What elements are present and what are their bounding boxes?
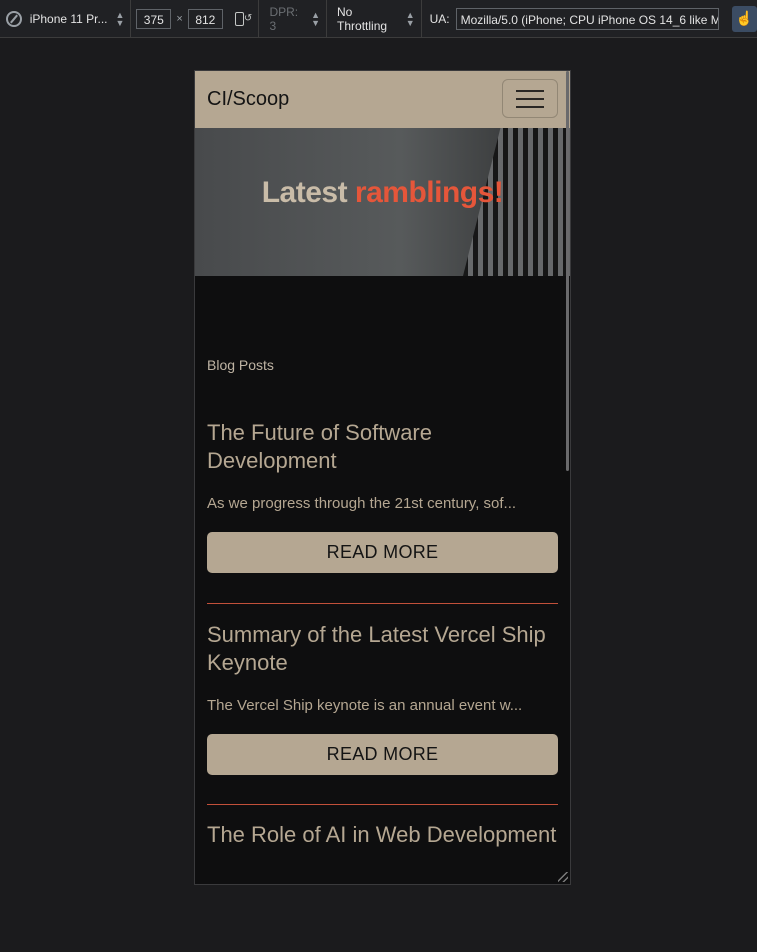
throttling-select[interactable]: No Throttling [337, 5, 404, 33]
post-title[interactable]: Summary of the Latest Vercel Ship Keynot… [207, 621, 558, 677]
hamburger-icon [516, 106, 544, 108]
device-toolbar: iPhone 11 Pr... ▲ ▼ 375 × 812 ↺ DPR: 3 ▲ ▼… [0, 0, 757, 38]
site-brand[interactable]: CI/Scoop [207, 88, 289, 111]
device-select[interactable]: iPhone 11 Pr... [30, 12, 112, 26]
read-more-button[interactable]: READ MORE [207, 734, 558, 775]
ua-label: UA: [429, 11, 450, 26]
toolbar-divider [326, 0, 328, 38]
rotate-icon[interactable]: ↺ [233, 11, 252, 27]
hamburger-icon [516, 98, 544, 100]
navigation-icon[interactable] [6, 10, 22, 27]
toolbar-divider [258, 0, 260, 38]
post-excerpt: As we progress through the 21st century,… [207, 495, 517, 512]
toolbar-divider [130, 0, 132, 38]
hero-banner: Latest ramblings! [195, 128, 570, 276]
post-divider [207, 603, 558, 604]
page-scrollbar[interactable] [566, 71, 569, 471]
hamburger-icon [516, 90, 544, 92]
height-input[interactable]: 812 [187, 8, 223, 29]
hero-title-text: Latest [261, 176, 355, 209]
post-excerpt: The Vercel Ship keynote is an annual eve… [207, 697, 523, 714]
touch-icon[interactable]: ☝ [731, 5, 757, 32]
site-navbar: CI/Scoop [195, 71, 570, 128]
dimension-separator: × [176, 12, 183, 25]
blog-post-card: The Future of Software Development As we… [207, 419, 558, 573]
chevron-updown-icon: ▲ ▼ [405, 9, 415, 28]
post-title[interactable]: The Future of Software Development [207, 419, 558, 475]
menu-toggle-button[interactable] [502, 79, 558, 118]
chevron-updown-icon: ▲ ▼ [311, 9, 321, 28]
read-more-button[interactable]: READ MORE [207, 532, 558, 573]
resize-handle[interactable] [558, 872, 568, 882]
user-agent-input[interactable]: Mozilla/5.0 (iPhone; CPU iPhone OS 14_6 … [455, 7, 719, 30]
width-input[interactable]: 375 [136, 8, 172, 29]
toolbar-divider [420, 0, 422, 38]
device-viewport: CI/Scoop Latest ramblings! Blog Posts Th… [194, 70, 571, 885]
chevron-updown-icon: ▲ ▼ [115, 9, 125, 28]
section-label: Blog Posts [207, 357, 274, 373]
blog-post-card: Summary of the Latest Vercel Ship Keynot… [207, 621, 558, 775]
dpr-select[interactable]: DPR: 3 [269, 5, 307, 33]
post-divider [207, 804, 558, 805]
blog-post-card: The Role of AI in Web Development [207, 821, 558, 849]
hero-title-accent: ramblings! [354, 176, 504, 209]
post-title[interactable]: The Role of AI in Web Development [207, 821, 558, 849]
hero-title: Latest ramblings! [195, 176, 570, 210]
